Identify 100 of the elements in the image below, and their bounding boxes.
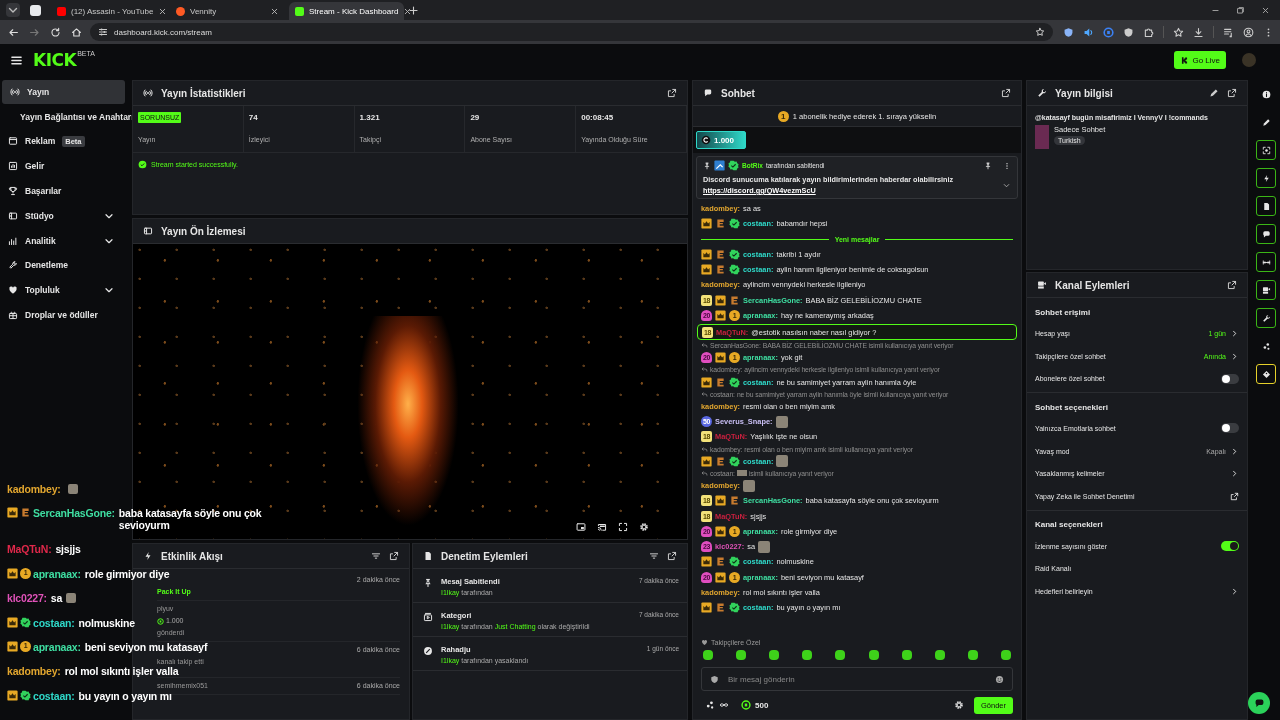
puzzle-icon[interactable]: [1143, 26, 1154, 38]
username[interactable]: apranaax:: [33, 567, 81, 580]
emote-button[interactable]: [736, 650, 747, 660]
username[interactable]: MaQTuN:: [7, 543, 52, 556]
emblem-icon: [715, 376, 726, 388]
emote-button[interactable]: [703, 650, 713, 660]
section-title: Kanal seçenekleri: [1035, 519, 1104, 532]
shield-extension-icon[interactable]: [1123, 26, 1134, 38]
verified-icon: [728, 160, 739, 171]
category-icon: [423, 612, 433, 622]
window-icon: [8, 136, 18, 147]
favorites-icon[interactable]: [1173, 26, 1184, 38]
username[interactable]: kadombey:: [7, 665, 61, 678]
close-icon[interactable]: [270, 6, 279, 16]
download-icon[interactable]: [1193, 26, 1204, 38]
site-settings-icon[interactable]: [98, 27, 108, 37]
reload-icon[interactable]: [50, 26, 61, 38]
shield-extension-icon[interactable]: [1063, 26, 1074, 38]
chevron-right-icon: [1230, 328, 1239, 338]
emblem-icon: [715, 264, 726, 276]
toolbar-button[interactable]: [1256, 168, 1276, 188]
browser-tab[interactable]: (12) Assasin - YouTube: [51, 2, 166, 20]
kicks-pill[interactable]: 1.000: [696, 131, 746, 149]
popout-icon[interactable]: [667, 88, 677, 98]
emote-button[interactable]: [967, 650, 978, 660]
message-input[interactable]: Bir mesaj gönderin: [701, 667, 1013, 691]
emote-button[interactable]: [934, 650, 945, 660]
filter-icon[interactable]: [371, 551, 381, 561]
sidebar-item[interactable]: Gelir: [0, 154, 125, 179]
emote-button[interactable]: [1001, 650, 1011, 660]
popout-icon[interactable]: [1227, 88, 1237, 98]
section-title: Sohbet seçenekleri: [1035, 401, 1109, 414]
sidebar-item[interactable]: Topluluk: [0, 278, 125, 303]
sidebar-item[interactable]: Yayın: [2, 80, 125, 104]
link-icon: [1261, 257, 1271, 267]
emoji-icon[interactable]: [995, 674, 1004, 684]
settings-icon[interactable]: [953, 700, 964, 710]
url-field[interactable]: dashboard.kick.com/stream: [90, 23, 1053, 41]
toolbar-button[interactable]: [1256, 196, 1276, 216]
sound-wave-icon[interactable]: [1083, 26, 1094, 38]
popout-icon[interactable]: [389, 551, 399, 561]
forward-icon[interactable]: [29, 26, 40, 38]
popout-icon[interactable]: [1001, 88, 1011, 98]
close-icon[interactable]: [158, 6, 168, 16]
profile-icon[interactable]: [1243, 26, 1254, 38]
popout-icon[interactable]: [1227, 280, 1237, 290]
emote-button[interactable]: [868, 650, 879, 660]
tab-search-icon[interactable]: [6, 3, 20, 17]
restore-icon[interactable]: [1236, 5, 1245, 15]
settings-icon[interactable]: [639, 522, 649, 532]
browser-tab[interactable]: Vennity: [170, 2, 285, 20]
username[interactable]: costaan:: [33, 689, 75, 702]
emote-button[interactable]: [835, 650, 846, 660]
back-icon[interactable]: [8, 26, 19, 38]
emote-button[interactable]: [802, 650, 813, 660]
username[interactable]: klc0227:: [7, 592, 47, 605]
fullscreen-icon[interactable]: [618, 522, 628, 532]
cast-icon[interactable]: [597, 522, 607, 532]
circle-extension-icon[interactable]: [1103, 26, 1114, 38]
toolbar-button[interactable]: [1256, 140, 1276, 160]
filter-icon[interactable]: [649, 551, 659, 561]
toolbar-button[interactable]: [1256, 280, 1276, 300]
dots-icon[interactable]: [705, 700, 715, 710]
close-icon[interactable]: [403, 6, 413, 16]
picture-in-picture-icon[interactable]: [576, 522, 586, 532]
ban-icon: [423, 646, 433, 656]
emote-button[interactable]: [901, 650, 912, 660]
crown-icon: [715, 294, 726, 306]
new-tab-icon[interactable]: [408, 4, 419, 16]
toolbar-button[interactable]: [1256, 308, 1276, 328]
go-live-button[interactable]: Go Live: [1174, 51, 1226, 69]
bookmark-star-icon[interactable]: [1035, 27, 1045, 37]
username[interactable]: kadombey:: [7, 483, 61, 495]
sidebar-item[interactable]: Stüdyo: [0, 204, 125, 228]
chevron-right-icon: [1230, 469, 1239, 479]
username[interactable]: costaan:: [33, 616, 75, 629]
toolbar-button[interactable]: [1256, 252, 1276, 272]
username[interactable]: apranaax:: [33, 640, 81, 653]
toolbar-button[interactable]: [1256, 364, 1276, 384]
close-icon[interactable]: [1261, 5, 1270, 15]
username[interactable]: SercanHasGone:: [33, 507, 115, 520]
emblem-icon: [20, 507, 31, 519]
toggle-switch[interactable]: [1221, 541, 1239, 552]
tab-group-icon[interactable]: [30, 4, 41, 16]
sidebar-item[interactable]: Analitik: [0, 228, 125, 253]
toolbar-button[interactable]: [1256, 224, 1276, 244]
toggle-switch[interactable]: [1221, 423, 1239, 434]
c-coin-icon: [701, 135, 711, 145]
media-control-icon[interactable]: [1223, 26, 1234, 38]
edit-icon[interactable]: [1209, 88, 1219, 98]
help-button[interactable]: [1248, 692, 1270, 714]
sidebar-item[interactable]: Denetleme: [0, 253, 125, 278]
more-icon[interactable]: [1003, 161, 1011, 170]
popout-icon[interactable]: [667, 551, 677, 561]
unpin-icon[interactable]: [984, 161, 992, 170]
home-icon[interactable]: [71, 26, 82, 38]
emote-button[interactable]: [769, 650, 780, 660]
toggle-switch[interactable]: [1221, 373, 1239, 384]
sidebar-item[interactable]: Droplar ve ödüller: [0, 303, 125, 327]
sidebar-item[interactable]: Başarılar: [0, 179, 125, 203]
